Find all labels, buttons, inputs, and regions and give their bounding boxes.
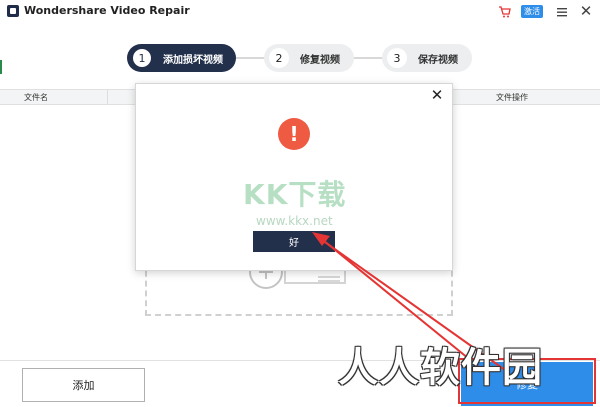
app-logo-icon	[7, 5, 19, 17]
step-add-damaged-video: 1 添加损坏视频	[127, 44, 236, 72]
left-edge-accent	[0, 60, 2, 74]
watermark-kk: KK下载	[243, 178, 347, 211]
monitor-lines	[318, 276, 340, 284]
close-icon[interactable]: ✕	[430, 88, 444, 103]
step-number: 2	[269, 48, 289, 68]
alert-icon: !	[278, 118, 310, 150]
ok-button[interactable]: 好	[253, 231, 335, 252]
column-actions: 文件操作	[496, 93, 528, 102]
step-label: 修复视频	[300, 54, 340, 66]
window-close-icon[interactable]: ✕	[578, 3, 594, 19]
step-label: 保存视频	[418, 54, 458, 66]
column-filename: 文件名	[24, 93, 48, 102]
column-divider	[107, 90, 108, 104]
step-number: 1	[132, 48, 152, 68]
watermark-site: 人人软件园	[338, 345, 543, 391]
add-button[interactable]: 添加	[22, 368, 145, 402]
step-number: 3	[387, 48, 407, 68]
step-label: 添加损坏视频	[163, 54, 223, 66]
step-save-video: 3 保存视频	[382, 44, 472, 72]
activate-button[interactable]: 激活	[521, 5, 543, 18]
cart-icon[interactable]	[498, 5, 512, 19]
watermark-kk-url: www.kkx.net	[256, 214, 333, 228]
menu-icon[interactable]	[555, 5, 569, 19]
step-repair-video: 2 修复视频	[264, 44, 354, 72]
app-title: Wondershare Video Repair	[24, 4, 190, 17]
